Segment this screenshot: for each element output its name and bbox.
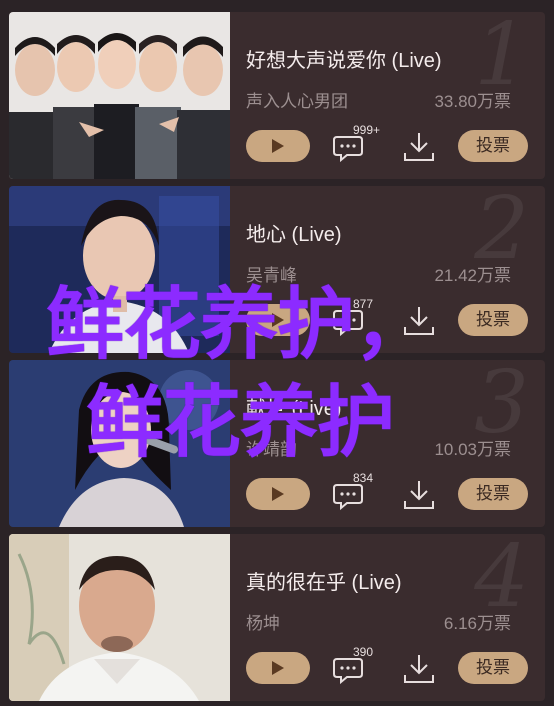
song-cover-image[interactable]: [9, 534, 230, 701]
comment-count: 834: [353, 471, 374, 485]
vote-button[interactable]: 投票: [458, 130, 528, 162]
song-card[interactable]: 4 真的很在乎 (Live) 杨坤 6.16万票 390 投票: [9, 534, 545, 701]
play-button[interactable]: [246, 130, 310, 162]
vote-button[interactable]: 投票: [458, 304, 528, 336]
vote-button[interactable]: 投票: [458, 478, 528, 510]
vote-count: 6.16万票: [443, 614, 511, 633]
vote-count: 21.42万票: [434, 266, 511, 285]
comment-count: 390: [353, 645, 374, 659]
comment-count: 999+: [353, 123, 381, 137]
comment-button[interactable]: 999+: [331, 123, 380, 165]
download-button[interactable]: [401, 129, 437, 165]
song-title[interactable]: 地心 (Live): [246, 218, 342, 247]
download-icon: [404, 655, 434, 683]
play-button[interactable]: [246, 652, 310, 684]
vote-count: 33.80万票: [434, 92, 511, 111]
song-cover-image[interactable]: [9, 12, 230, 179]
download-icon: [404, 481, 434, 509]
song-card[interactable]: 1 好想大声说爱你 (Live) 声入人心男团 33.80万票 999+ 投票: [9, 12, 545, 179]
rank-number: 2: [474, 186, 529, 279]
song-title[interactable]: 真的很在乎 (Live): [246, 566, 402, 595]
download-button[interactable]: [401, 651, 437, 687]
download-icon: [404, 133, 434, 161]
song-artist[interactable]: 声入人心男团: [246, 87, 348, 112]
play-icon: [272, 487, 284, 501]
play-icon: [272, 661, 284, 675]
vote-count: 10.03万票: [434, 440, 511, 459]
watermark-line-2: 鲜花养护: [86, 378, 395, 468]
rank-number: 4: [474, 534, 529, 627]
song-chart-screen: 1 好想大声说爱你 (Live) 声入人心男团 33.80万票 999+ 投票: [0, 0, 554, 706]
song-artist[interactable]: 杨坤: [246, 609, 280, 634]
play-icon: [272, 139, 284, 153]
comment-button[interactable]: 834: [331, 471, 373, 513]
song-title[interactable]: 好想大声说爱你 (Live): [246, 44, 442, 73]
download-button[interactable]: [401, 477, 437, 513]
rank-number: 1: [474, 12, 529, 105]
comment-button[interactable]: 390: [331, 645, 373, 687]
vote-button[interactable]: 投票: [458, 652, 528, 684]
play-button[interactable]: [246, 478, 310, 510]
rank-number: 3: [474, 360, 529, 453]
watermark-line-1: 鲜花养护，: [46, 280, 432, 370]
